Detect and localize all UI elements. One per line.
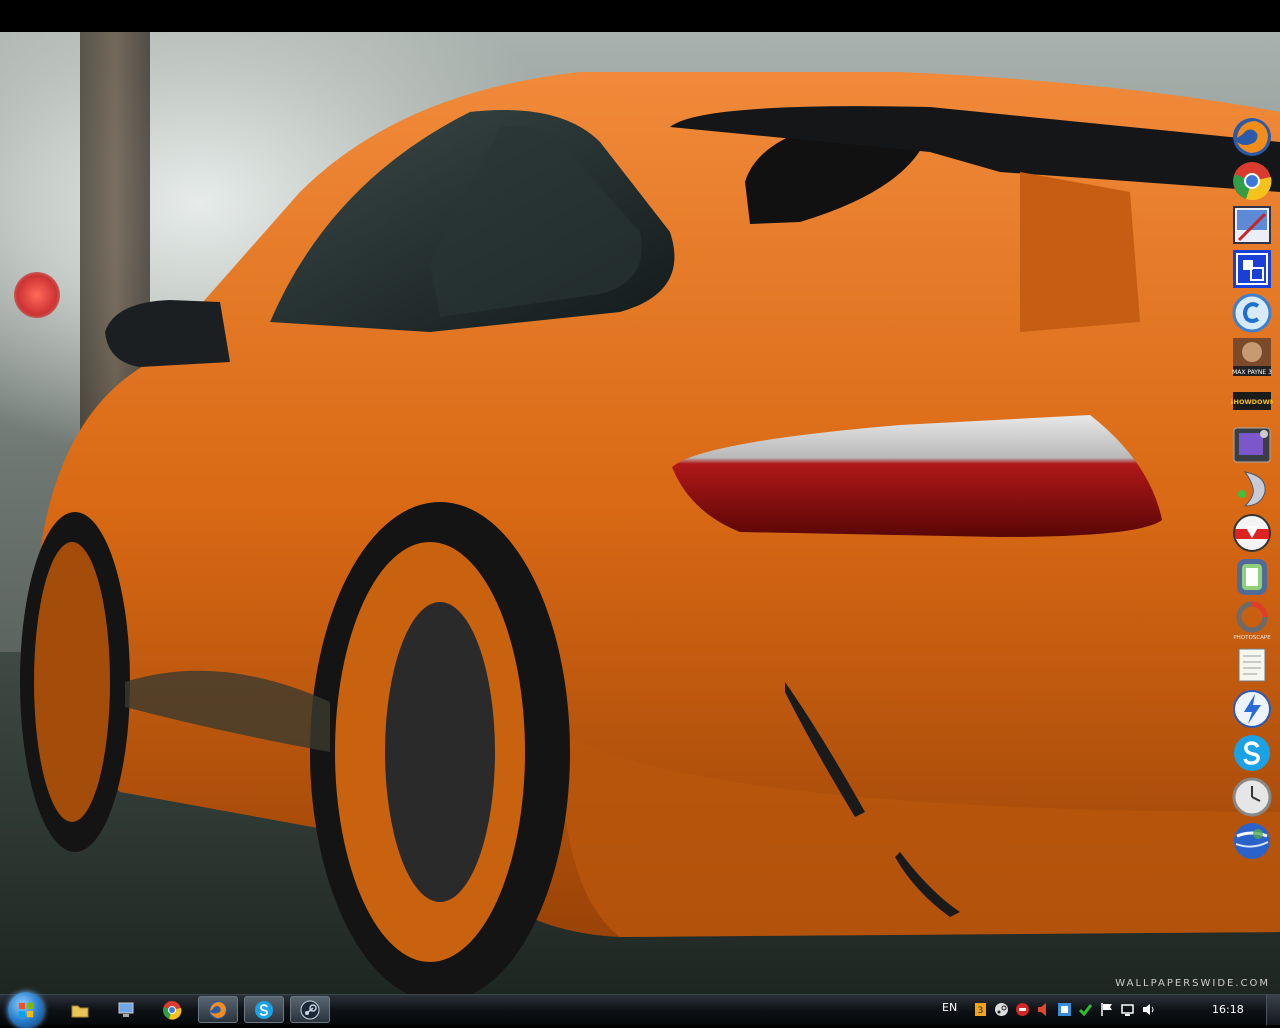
tray-steam-icon[interactable] bbox=[993, 1001, 1010, 1018]
system-tray: 3 bbox=[972, 1001, 1157, 1019]
tray-network-manager-icon[interactable] bbox=[1056, 1001, 1073, 1018]
firefox-icon bbox=[209, 1000, 227, 1019]
tray-app-icon[interactable]: 3 bbox=[972, 1001, 989, 1018]
taskbar-explorer-button[interactable] bbox=[60, 996, 100, 1023]
taskbar-firefox-button[interactable] bbox=[198, 996, 238, 1023]
svg-text:SHOWDOWN: SHOWDOWN bbox=[1231, 398, 1273, 406]
download-manager-icon[interactable] bbox=[1230, 512, 1274, 554]
notepad-icon[interactable] bbox=[1230, 644, 1274, 686]
language-indicator[interactable]: EN bbox=[942, 1001, 957, 1014]
skype-icon bbox=[255, 1000, 273, 1019]
tray-antivirus-icon[interactable] bbox=[1014, 1001, 1031, 1018]
chrome-icon bbox=[163, 1000, 182, 1020]
taskbar-chrome-button[interactable] bbox=[152, 996, 192, 1023]
paint-tool-icon[interactable] bbox=[1230, 204, 1274, 246]
svg-text:MAX PAYNE 3: MAX PAYNE 3 bbox=[1232, 369, 1272, 376]
skype-icon[interactable] bbox=[1230, 732, 1274, 774]
svg-text:3: 3 bbox=[978, 1006, 984, 1016]
top-black-bar bbox=[0, 0, 1280, 32]
ccleaner-icon[interactable] bbox=[1230, 292, 1274, 334]
wallpaper-watermark: WALLPAPERSWIDE.COM bbox=[1115, 978, 1270, 989]
computer-icon bbox=[118, 1002, 134, 1017]
tray-network-icon[interactable] bbox=[1119, 1001, 1136, 1018]
taskbar-clock[interactable]: 16:18 bbox=[1212, 1003, 1244, 1016]
taskbar-skype-button[interactable] bbox=[244, 996, 284, 1023]
taskbar: EN 3 16:18 bbox=[0, 992, 1280, 1028]
lightning-app-icon[interactable] bbox=[1230, 688, 1274, 730]
start-button[interactable] bbox=[8, 992, 44, 1028]
desktop-dock: MAX PAYNE 3 SHOWDOWN PHOTOSCAPE bbox=[1228, 116, 1276, 864]
windows-logo-icon bbox=[18, 1002, 34, 1018]
taskbar-computer-button[interactable] bbox=[106, 996, 146, 1023]
explorer-icon bbox=[71, 1005, 89, 1017]
window-manager-icon[interactable] bbox=[1230, 248, 1274, 290]
firefox-icon[interactable] bbox=[1230, 116, 1274, 158]
tray-action-center-flag-icon[interactable] bbox=[1098, 1001, 1115, 1018]
speaker-app-icon[interactable] bbox=[1230, 468, 1274, 510]
chrome-icon[interactable] bbox=[1230, 160, 1274, 202]
clock-icon[interactable] bbox=[1230, 776, 1274, 818]
orange-sports-car bbox=[20, 72, 1280, 994]
svg-text:PHOTOSCAPE: PHOTOSCAPE bbox=[1233, 635, 1271, 641]
steam-icon bbox=[300, 1000, 320, 1019]
photoscape-icon[interactable]: PHOTOSCAPE bbox=[1230, 600, 1274, 642]
max-payne-3-icon[interactable]: MAX PAYNE 3 bbox=[1230, 336, 1274, 378]
media-player-icon[interactable] bbox=[1230, 424, 1274, 466]
taskbar-steam-button[interactable] bbox=[290, 996, 330, 1023]
desktop-wallpaper: WALLPAPERSWIDE.COM bbox=[0, 32, 1280, 994]
show-desktop-button[interactable] bbox=[1266, 995, 1280, 1025]
tray-volume-icon[interactable] bbox=[1140, 1001, 1157, 1018]
phone-sync-icon[interactable] bbox=[1230, 556, 1274, 598]
tray-update-check-icon[interactable] bbox=[1077, 1001, 1094, 1018]
google-earth-icon[interactable] bbox=[1230, 820, 1274, 862]
dirt-showdown-icon[interactable]: SHOWDOWN bbox=[1230, 380, 1274, 422]
tray-audio-manager-icon[interactable] bbox=[1035, 1001, 1052, 1018]
